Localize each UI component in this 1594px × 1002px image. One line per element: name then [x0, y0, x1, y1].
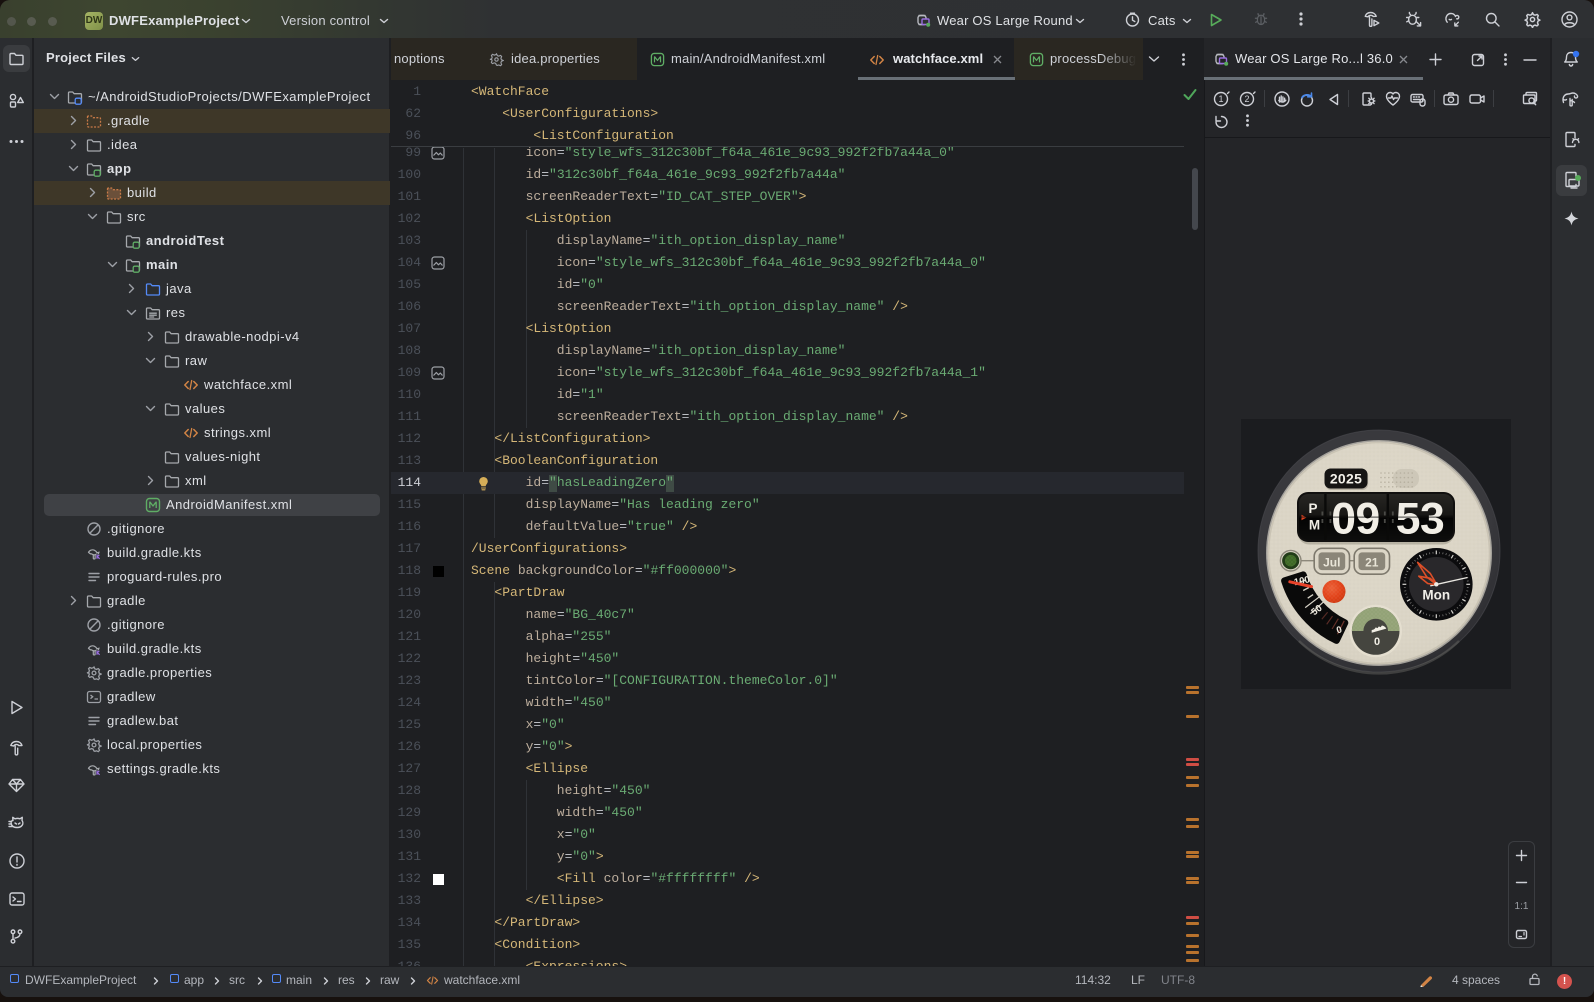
- svg-text:2025: 2025: [1330, 471, 1362, 487]
- svg-text:Mon: Mon: [1422, 588, 1450, 603]
- svg-text:21: 21: [1365, 555, 1379, 569]
- svg-text:P: P: [1308, 501, 1317, 516]
- svg-text:Jul: Jul: [1323, 555, 1340, 569]
- svg-text:0: 0: [1374, 636, 1380, 648]
- svg-text:1: 1: [1218, 94, 1223, 104]
- svg-text:M: M: [1309, 518, 1320, 533]
- svg-text:2: 2: [1244, 94, 1249, 104]
- svg-text:09: 09: [1331, 495, 1380, 544]
- svg-text:53: 53: [1396, 495, 1445, 544]
